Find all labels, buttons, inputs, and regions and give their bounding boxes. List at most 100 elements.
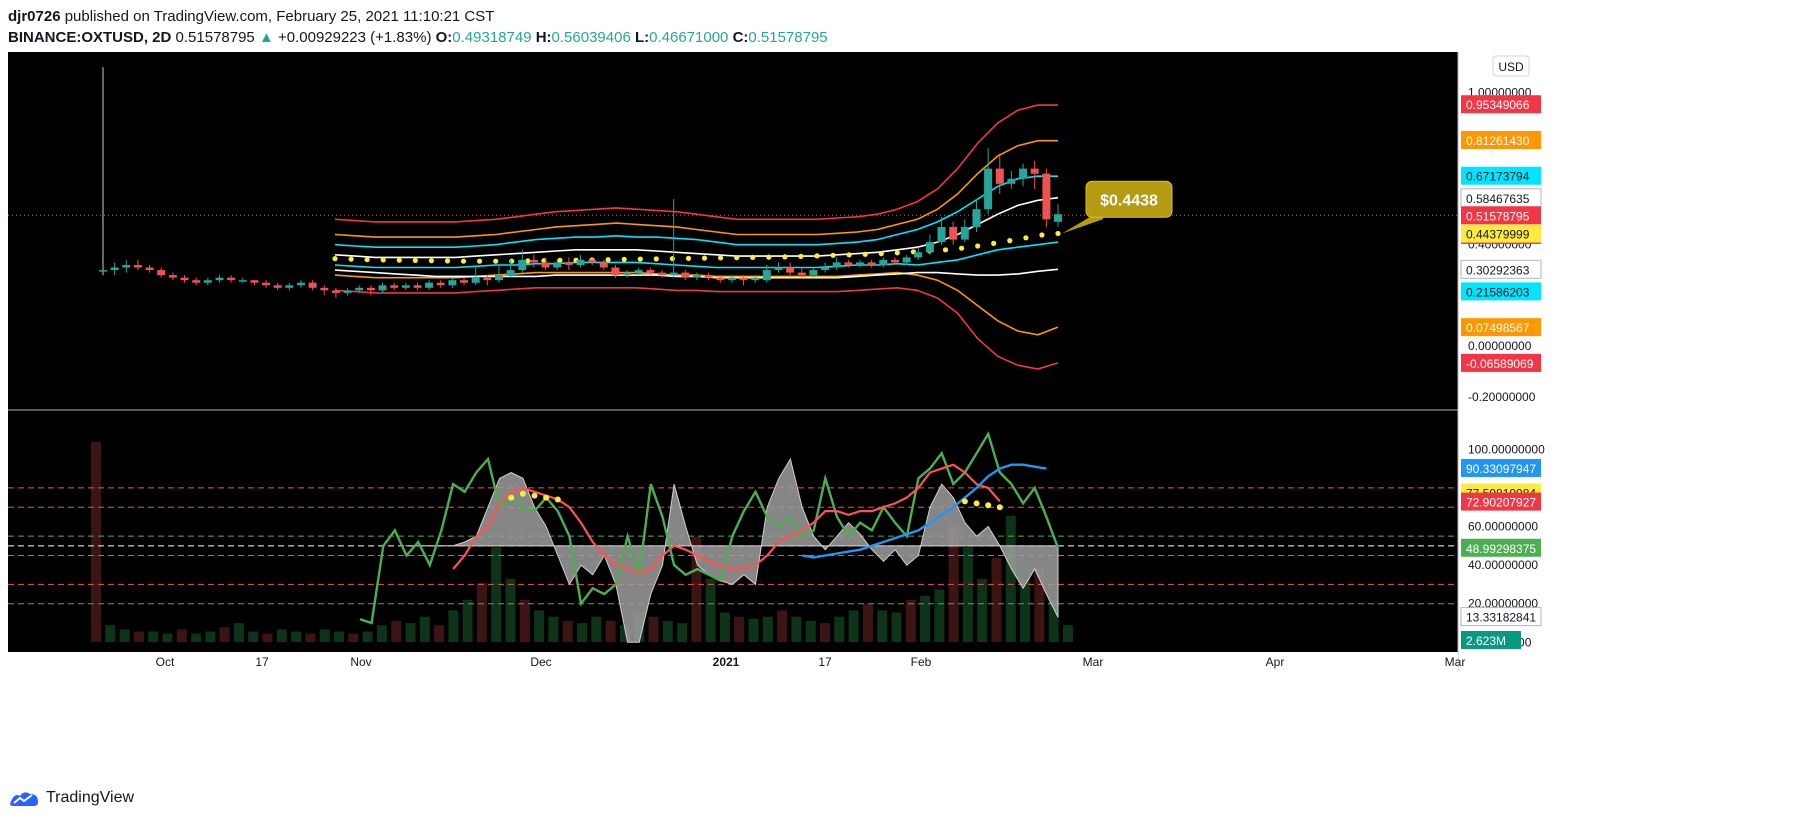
candle-body bbox=[366, 287, 375, 291]
trend-dot bbox=[734, 255, 740, 261]
time-tick-label: Nov bbox=[350, 655, 371, 669]
candle-body bbox=[634, 270, 643, 273]
volume-bar bbox=[448, 610, 459, 642]
candle-body bbox=[786, 267, 795, 273]
open-label: O: bbox=[435, 29, 453, 46]
candle-body bbox=[693, 275, 701, 278]
trend-dot bbox=[1023, 235, 1029, 241]
candle-body bbox=[285, 285, 294, 288]
volume-bar bbox=[205, 631, 216, 642]
volume-bar bbox=[519, 599, 530, 642]
candle-body bbox=[681, 272, 690, 278]
trend-dot bbox=[814, 253, 820, 259]
trend-dot bbox=[493, 258, 499, 264]
candle-body bbox=[832, 262, 841, 268]
candle-body bbox=[448, 280, 457, 286]
candle-body bbox=[623, 272, 632, 276]
volume-bar bbox=[777, 610, 788, 642]
trend-dot bbox=[798, 253, 804, 259]
candle-body bbox=[436, 282, 445, 286]
candle-body bbox=[355, 287, 364, 291]
candle-body bbox=[716, 277, 725, 281]
price-label-text: 0.81261430 bbox=[1466, 134, 1530, 148]
footer-brand[interactable]: TradingView bbox=[8, 788, 134, 808]
volume-bar bbox=[105, 625, 116, 642]
candle-body bbox=[937, 226, 946, 243]
symbol-title[interactable]: BINANCE:OXTUSD, 2D bbox=[8, 29, 171, 46]
axis-background bbox=[1458, 52, 1798, 776]
candle-body bbox=[925, 242, 934, 253]
volume-bar bbox=[419, 616, 430, 642]
price-callout-text: $0.4438 bbox=[1100, 192, 1158, 209]
oscillator-dot bbox=[519, 490, 526, 497]
candle-body bbox=[902, 257, 911, 263]
volume-bar bbox=[562, 620, 573, 642]
candle-body bbox=[844, 262, 853, 265]
chart-canvas[interactable]: 1.000000000.800000000.600000000.40000000… bbox=[8, 52, 1798, 776]
close-value: 0.51578795 bbox=[748, 29, 828, 46]
candle-body bbox=[203, 280, 212, 283]
candle-body bbox=[576, 259, 585, 265]
candle-body bbox=[529, 259, 538, 263]
price-label-text: 0.51578795 bbox=[1466, 209, 1530, 223]
trend-dot bbox=[975, 243, 981, 249]
trend-dot bbox=[991, 240, 997, 246]
candle-body bbox=[471, 277, 480, 283]
volume-bar bbox=[376, 625, 387, 642]
candle-body bbox=[238, 280, 247, 282]
trend-dot bbox=[750, 254, 756, 260]
volume-bar bbox=[319, 629, 330, 642]
candle-body bbox=[914, 252, 923, 258]
volume-bar bbox=[662, 620, 673, 642]
candle-body bbox=[122, 265, 131, 268]
volume-bar bbox=[591, 616, 602, 642]
volume-bar bbox=[362, 631, 373, 642]
trend-dot bbox=[1055, 230, 1061, 237]
price-change: +0.00929223 (+1.83%) bbox=[277, 29, 432, 46]
candle-body bbox=[821, 267, 830, 270]
trend-dot bbox=[653, 256, 659, 262]
low-label: L: bbox=[634, 29, 650, 46]
candle-body bbox=[599, 262, 608, 268]
candle-body bbox=[751, 277, 760, 281]
volume-bar bbox=[820, 623, 830, 642]
candle-body bbox=[110, 267, 119, 270]
candle-body bbox=[378, 285, 387, 291]
candle-body bbox=[1030, 168, 1039, 174]
volume-bar bbox=[677, 623, 688, 642]
oscillator-dot bbox=[996, 504, 1003, 511]
candle-body bbox=[250, 280, 259, 283]
candle-body bbox=[308, 282, 317, 288]
candle-body bbox=[984, 168, 993, 210]
price-label-text: 0.67173794 bbox=[1466, 170, 1530, 184]
author-name[interactable]: djr0726 bbox=[8, 8, 61, 25]
candle-body bbox=[157, 270, 166, 276]
volume-bar bbox=[248, 631, 259, 642]
published-text: published on TradingView.com, February 2… bbox=[60, 8, 495, 25]
volume-bar bbox=[719, 612, 730, 642]
trend-dot bbox=[444, 258, 451, 264]
volume-bar bbox=[605, 620, 616, 642]
volume-bar bbox=[648, 616, 659, 642]
candle-body bbox=[646, 270, 655, 273]
trend-dot bbox=[332, 256, 338, 262]
oscillator-dot bbox=[554, 496, 561, 503]
volume-bar bbox=[848, 610, 859, 642]
trend-dot bbox=[364, 257, 370, 263]
trend-dot bbox=[637, 256, 643, 262]
volume-bar bbox=[791, 616, 802, 642]
candle-body bbox=[727, 277, 736, 281]
trend-dot bbox=[380, 257, 386, 263]
volume-bar bbox=[862, 604, 873, 642]
oscillator-dot bbox=[531, 492, 538, 499]
currency-label: USD bbox=[1498, 60, 1524, 74]
oscillator-label-text: 72.90207927 bbox=[1466, 496, 1536, 510]
trend-dot bbox=[942, 247, 949, 253]
volume-bar bbox=[119, 629, 130, 642]
volume-bar bbox=[905, 599, 916, 642]
time-tick-label: Oct bbox=[156, 655, 175, 669]
price-tick-label: -0.20000000 bbox=[1468, 390, 1536, 404]
candle-body bbox=[390, 285, 399, 288]
candle-body bbox=[553, 262, 562, 268]
volume-bar bbox=[920, 595, 931, 642]
